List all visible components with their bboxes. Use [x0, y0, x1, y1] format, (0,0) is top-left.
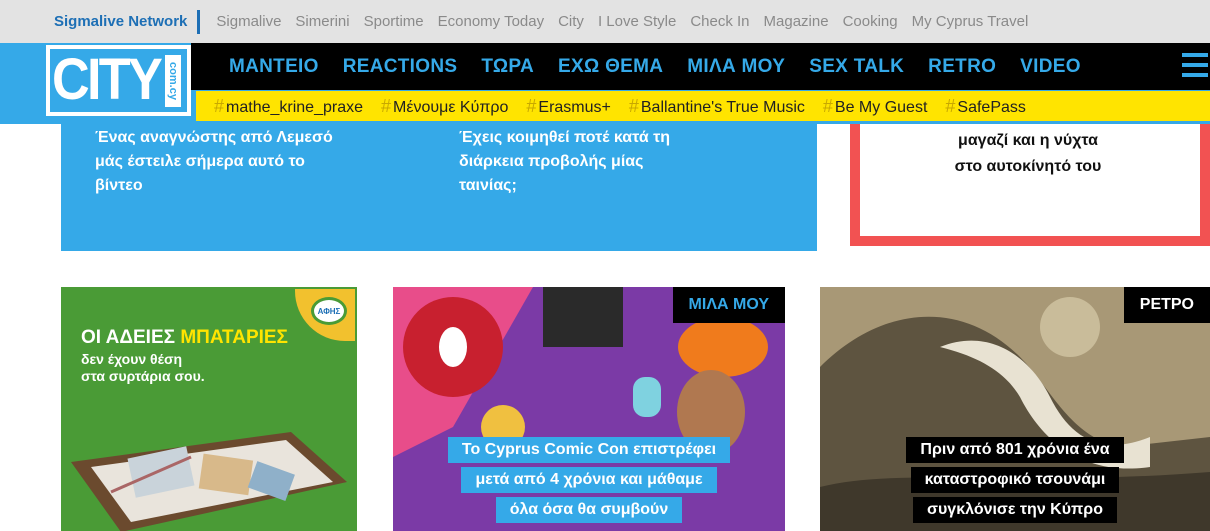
comic-con-caption: Το Cyprus Comic Con επιστρέφει μετά από …: [393, 437, 785, 527]
hamburger-menu-icon[interactable]: [1182, 53, 1208, 77]
network-link-economy-today[interactable]: Economy Today: [438, 13, 544, 30]
city-logo[interactable]: CITY com.cy: [46, 45, 191, 116]
tsunami-caption: Πριν από 801 χρόνια ένα καταστροφικό τσο…: [820, 437, 1210, 527]
menu-icon-bar: [1182, 63, 1208, 67]
nav-item-video[interactable]: VIDEO: [1020, 56, 1081, 78]
network-link-sigmalive[interactable]: Sigmalive: [216, 13, 281, 30]
site-header: CITY com.cy ΜΑΝΤΕΙΟ REACTIONS ΤΩΡΑ ΕΧΩ Θ…: [0, 43, 1210, 124]
hashtag-link[interactable]: # Be My Guest: [823, 96, 928, 117]
nav-item-tora[interactable]: ΤΩΡΑ: [481, 56, 534, 78]
article-card-tsunami[interactable]: ΡΕΤΡΟ Πριν από 801 χρόνια ένα καταστροφι…: [820, 287, 1210, 531]
article-title-line: βίντεο: [95, 177, 143, 194]
hashtag-label: Μένουμε Κύπρο: [393, 98, 509, 116]
hashtag-icon: #: [945, 95, 956, 116]
article-title-line: Έχεις κοιμηθεί ποτέ κατά τη: [459, 129, 671, 146]
caption-line: Πριν από 801 χρόνια ένα: [906, 437, 1124, 463]
article-title-sleep-cinema[interactable]: Έχεις κοιμηθεί ποτέ κατά τη διάρκεια προ…: [459, 126, 670, 198]
logo-domain-tag: com.cy: [165, 55, 181, 107]
article-title-line: μάς έστειλε σήμερα αυτό το: [95, 153, 305, 170]
hashtag-label: Ballantine's True Music: [640, 98, 805, 116]
hashtag-bar: # mathe_krine_praxe # Μένουμε Κύπρο # Erasm…: [196, 91, 1210, 121]
afis-logo: ΑΦΗΣ: [311, 297, 347, 325]
hashtag-label: Erasmus+: [538, 98, 611, 116]
drawer-illustration: [71, 432, 347, 531]
network-link-magazine[interactable]: Magazine: [764, 13, 829, 30]
hashtag-icon: #: [822, 95, 833, 116]
category-label-mila-mou[interactable]: ΜΙΛΑ ΜΟΥ: [672, 287, 785, 323]
hashtag-link[interactable]: # Μένουμε Κύπρο: [381, 96, 508, 117]
logo-domain-text: com.cy: [167, 62, 179, 100]
caption-line: καταστροφικό τσουνάμι: [910, 467, 1120, 493]
featured-articles-panel: Ένας αναγνώστης από Λεμεσό μάς έστειλε σ…: [61, 124, 817, 251]
hashtag-icon: #: [526, 95, 537, 116]
nav-item-exo-thema[interactable]: ΕΧΩ ΘΕΜΑ: [558, 56, 663, 78]
caption-line: μετά από 4 χρόνια και μάθαμε: [461, 467, 717, 493]
article-title-line: διάρκεια προβολής μίας: [459, 153, 644, 170]
caption-line: όλα όσα θα συμβούν: [495, 497, 683, 523]
highlight-article-box[interactable]: μαγαζί και η νύχτα στο αυτοκίνητό του: [850, 124, 1210, 246]
network-divider: [197, 9, 201, 34]
network-link-sportime[interactable]: Sportime: [364, 13, 424, 30]
hashtag-link[interactable]: # SafePass: [945, 96, 1026, 117]
network-link-my-cyprus-travel[interactable]: My Cyprus Travel: [912, 13, 1029, 30]
ad-subline: δεν έχουν θέση στα συρτάρια σου.: [81, 351, 205, 385]
article-title-line: μαγαζί και η νύχτα: [958, 132, 1098, 149]
article-title-line: Ένας αναγνώστης από Λεμεσό: [95, 129, 333, 146]
nav-item-sex-talk[interactable]: SEX TALK: [809, 56, 904, 78]
logo-wordmark: CITY: [52, 47, 163, 112]
hashtag-link[interactable]: # Ballantine's True Music: [629, 96, 805, 117]
main-nav: ΜΑΝΤΕΙΟ REACTIONS ΤΩΡΑ ΕΧΩ ΘΕΜΑ ΜΙΛΑ ΜΟΥ…: [191, 43, 1210, 90]
battery-recycling-ad[interactable]: ΑΦΗΣ ΟΙ ΑΔΕΙΕΣ ΜΠΑΤΑΡΙΕΣ δεν έχουν θέση …: [61, 287, 357, 531]
hashtag-label: SafePass: [957, 98, 1026, 116]
hashtag-icon: #: [214, 95, 225, 116]
network-link-simerini[interactable]: Simerini: [295, 13, 349, 30]
network-link-check-in[interactable]: Check In: [690, 13, 749, 30]
menu-icon-bar: [1182, 53, 1208, 57]
hashtag-label: Be My Guest: [834, 98, 928, 116]
network-link-city[interactable]: City: [558, 13, 584, 30]
ad-headline-highlight: ΜΠΑΤΑΡΙΕΣ: [180, 327, 288, 348]
caption-line: Το Cyprus Comic Con επιστρέφει: [447, 437, 731, 463]
caption-line: συγκλόνισε την Κύπρο: [913, 497, 1117, 523]
nav-item-retro[interactable]: RETRO: [928, 56, 996, 78]
nav-item-reactions[interactable]: REACTIONS: [343, 56, 458, 78]
hashtag-link[interactable]: # mathe_krine_praxe: [214, 96, 363, 117]
nav-item-mila-mou[interactable]: ΜΙΛΑ ΜΟΥ: [687, 56, 785, 78]
category-label-retro[interactable]: ΡΕΤΡΟ: [1123, 287, 1210, 323]
network-link-cooking[interactable]: Cooking: [843, 13, 898, 30]
network-bar: Sigmalive Network Sigmalive Simerini Spo…: [0, 0, 1210, 43]
ad-subline-text: στα συρτάρια σου.: [81, 368, 205, 384]
ad-headline: ΟΙ ΑΔΕΙΕΣ ΜΠΑΤΑΡΙΕΣ: [81, 327, 288, 349]
hashtag-icon: #: [380, 95, 391, 116]
hashtag-label: mathe_krine_praxe: [226, 98, 363, 116]
nav-item-manteio[interactable]: ΜΑΝΤΕΙΟ: [229, 56, 319, 78]
article-card-comic-con[interactable]: ΜΙΛΑ ΜΟΥ Το Cyprus Comic Con επιστρέφει …: [393, 287, 785, 531]
hashtag-link[interactable]: # Erasmus+: [526, 96, 610, 117]
menu-icon-bar: [1182, 73, 1208, 77]
article-title-lemesos[interactable]: Ένας αναγνώστης από Λεμεσό μάς έστειλε σ…: [95, 126, 333, 198]
article-title-line: ταινίας;: [459, 177, 517, 194]
network-brand-link[interactable]: Sigmalive Network: [54, 13, 187, 30]
ad-headline-white: ΟΙ ΑΔΕΙΕΣ: [81, 327, 181, 348]
highlight-article-title: μαγαζί και η νύχτα στο αυτοκίνητό του: [860, 128, 1196, 180]
logo-background: CITY com.cy: [50, 49, 187, 112]
ad-subline-text: δεν έχουν θέση: [81, 351, 183, 367]
hashtag-icon: #: [628, 95, 639, 116]
afis-badge: ΑΦΗΣ: [295, 289, 355, 341]
article-title-line: στο αυτοκίνητό του: [954, 158, 1102, 175]
network-link-i-love-style[interactable]: I Love Style: [598, 13, 676, 30]
